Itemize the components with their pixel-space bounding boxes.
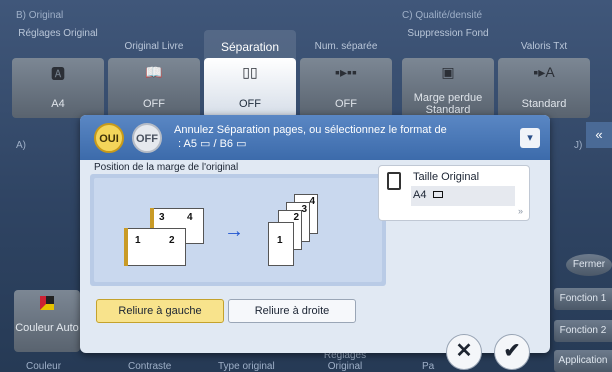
collapse-panel-icon[interactable]: « — [586, 122, 612, 148]
book-icon: 📖 — [145, 64, 163, 80]
bind-left-button[interactable]: Reliure à gauche — [96, 299, 224, 323]
margin-position-title: Position de la marge de l'original — [94, 162, 239, 173]
arrow-right-icon: → — [224, 220, 244, 242]
text-enhance-button[interactable]: ▪▸A Standard — [498, 58, 590, 118]
background-removal-button[interactable]: ▣ Marge perdue Standard — [402, 58, 494, 118]
text-enhance-icon: ▪▸A — [533, 64, 555, 80]
tab-type-original[interactable]: Type original — [218, 361, 275, 372]
fonction2-button[interactable]: Fonction 2 — [554, 320, 612, 342]
page-single-1: 1 — [268, 222, 294, 266]
margin-diagram-inner: 3 4 1 2 → 4 3 2 1 — [94, 178, 382, 282]
dialog-message-line1: Annulez Séparation pages, ou sélectionne… — [174, 124, 447, 136]
column-label-book-original: Original Livre — [124, 41, 184, 52]
tab-pa[interactable]: Pa — [422, 361, 434, 372]
original-size-label: Taille Original — [413, 171, 480, 183]
original-size-card[interactable]: Taille Original A4 » — [378, 165, 530, 221]
original-settings-button[interactable]: 🅰 A4 — [12, 58, 104, 118]
column-label-text-enhance: Valoris Txt — [520, 41, 568, 52]
color-auto-button[interactable]: Couleur Auto — [14, 290, 80, 352]
tab-couleur[interactable]: Couleur — [26, 361, 61, 372]
close-button[interactable]: Fermer — [566, 254, 612, 276]
margin-diagram: 3 4 1 2 → 4 3 2 1 — [90, 174, 386, 286]
book-original-button[interactable]: 📖 OFF — [108, 58, 200, 118]
fonction1-button[interactable]: Fonction 1 — [554, 288, 612, 310]
separate-number-icon: ▪▸▪▪ — [335, 64, 357, 80]
separation-button[interactable]: ▯▯ OFF — [204, 58, 296, 118]
binding-margin-front — [124, 228, 128, 266]
column-label-separate-number: Num. séparée — [314, 41, 378, 52]
forward-icon: » — [517, 206, 523, 216]
column-label-separation: Séparation — [220, 40, 280, 54]
column-label-original-settings: Réglages Original — [18, 28, 98, 39]
tab-contraste[interactable]: Contraste — [128, 361, 171, 372]
column-label-background-removal: Suppression Fond — [407, 28, 489, 39]
tab-reglages-original[interactable]: Réglages Original — [322, 350, 368, 372]
page-spread-front: 1 2 — [124, 228, 186, 266]
document-a-icon: 🅰 — [51, 66, 65, 82]
toggle-oui-button[interactable]: OUI — [94, 123, 124, 153]
dialog-header: OUI OFF Annulez Séparation pages, ou sél… — [80, 115, 550, 160]
dialog-message: Annulez Séparation pages, ou sélectionne… — [174, 123, 514, 151]
background-removal-icon: ▣ — [441, 64, 455, 80]
group-title-original: B) Original — [16, 10, 64, 21]
separation-dialog: OUI OFF Annulez Séparation pages, ou sél… — [80, 115, 550, 353]
split-pages-icon: ▯▯ — [242, 64, 258, 80]
separate-number-button[interactable]: ▪▸▪▪ OFF — [300, 58, 392, 118]
landscape-orientation-icon — [432, 191, 443, 198]
bind-right-button[interactable]: Reliure à droite — [228, 299, 356, 323]
chevron-down-icon[interactable]: ▾ — [520, 128, 540, 148]
ok-button[interactable]: ✔ — [494, 334, 530, 370]
application-button[interactable]: Application — [554, 350, 612, 372]
group-title-quality: C) Qualité/densité — [402, 10, 483, 21]
group-title-j: J) — [574, 140, 583, 151]
original-size-value: A4 — [411, 186, 515, 206]
dialog-message-line2: : A5 ▭ / B6 ▭ — [178, 138, 247, 150]
color-icon — [40, 296, 54, 310]
cancel-button[interactable]: ✕ — [446, 334, 482, 370]
group-title-a: A) — [16, 140, 26, 151]
toggle-off-button[interactable]: OFF — [132, 123, 162, 153]
document-icon — [387, 172, 401, 190]
